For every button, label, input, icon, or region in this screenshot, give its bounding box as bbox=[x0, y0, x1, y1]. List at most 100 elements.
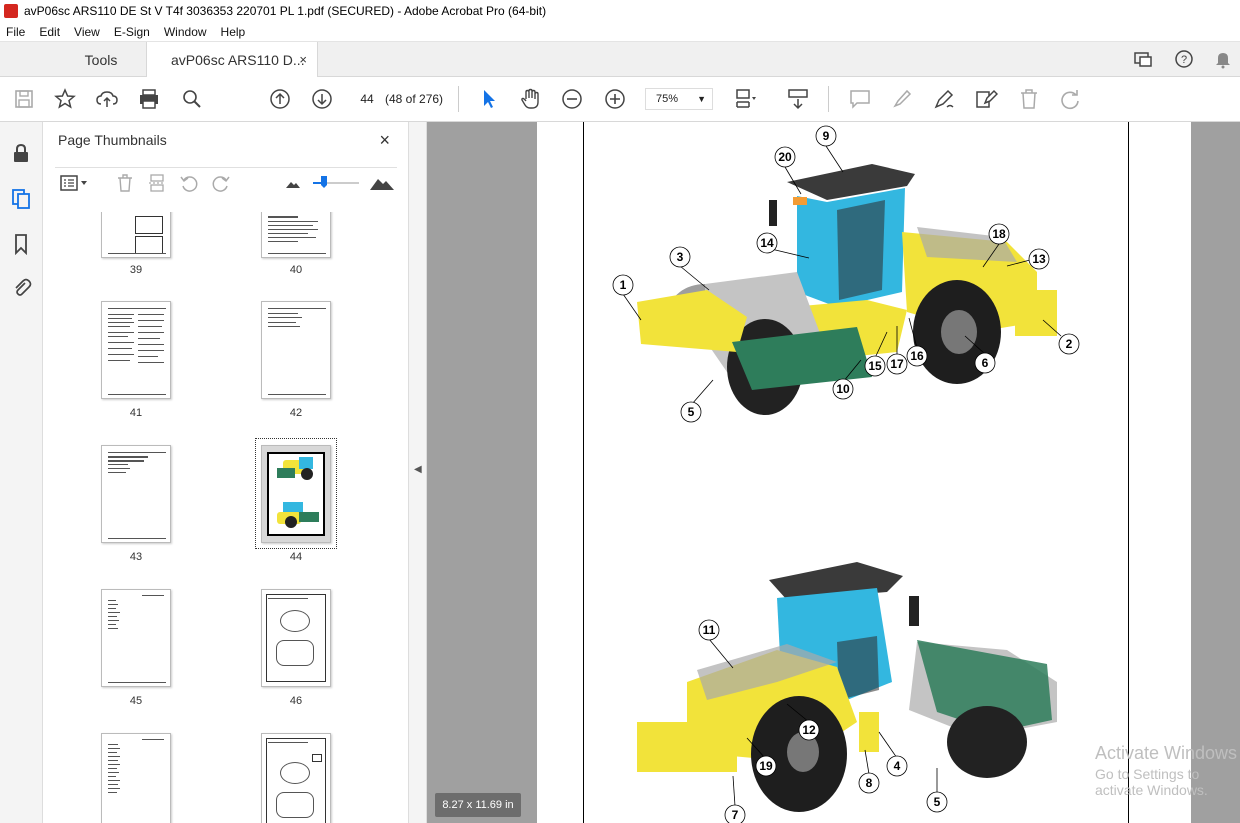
document-viewport[interactable]: 9 20 18 14 13 3 1 2 16 17 15 6 10 5 11 1… bbox=[427, 122, 1240, 823]
tab-bar: Tools avP06sc ARS110 D... × ? bbox=[0, 42, 1240, 78]
page-count: (48 of 276) bbox=[385, 92, 444, 106]
zoom-select[interactable]: 75% ▼ bbox=[645, 88, 713, 110]
callout-label: 13 bbox=[1032, 252, 1046, 266]
next-page-icon[interactable] bbox=[310, 87, 334, 111]
bell-icon[interactable] bbox=[1213, 49, 1233, 69]
callout-label: 20 bbox=[778, 150, 792, 164]
menu-esign[interactable]: E-Sign bbox=[114, 25, 150, 39]
thumbnail-page-39[interactable] bbox=[101, 212, 171, 258]
large-thumbnail-icon[interactable] bbox=[369, 173, 395, 193]
beacon-light bbox=[793, 197, 807, 205]
bookmark-star-icon[interactable] bbox=[53, 87, 77, 111]
page-thumbnails-panel: Page Thumbnails × 39 40 41 42 43 44 45 4… bbox=[43, 122, 442, 823]
rotate-left-icon[interactable] bbox=[179, 173, 199, 193]
menu-window[interactable]: Window bbox=[164, 25, 207, 39]
thumbnail-page-40[interactable] bbox=[261, 212, 331, 258]
panel-collapse-handle[interactable]: ◀ bbox=[409, 122, 427, 823]
menu-bar: File Edit View E-Sign Window Help bbox=[0, 22, 1240, 42]
tab-document-label: avP06sc ARS110 D... bbox=[171, 52, 305, 68]
thumbnail-label: 44 bbox=[289, 551, 303, 563]
callout-label: 7 bbox=[732, 808, 739, 822]
fit-page-icon[interactable] bbox=[733, 87, 757, 111]
attachment-paperclip-icon[interactable] bbox=[10, 276, 32, 298]
callout-label: 4 bbox=[894, 759, 901, 773]
callout-label: 5 bbox=[688, 405, 695, 419]
collapse-arrow-icon[interactable]: ◀ bbox=[414, 464, 422, 475]
previous-page-icon[interactable] bbox=[268, 87, 292, 111]
hand-tool-icon[interactable] bbox=[518, 87, 542, 111]
thumbnail-label: 46 bbox=[289, 695, 303, 707]
tab-document[interactable]: avP06sc ARS110 D... × bbox=[146, 42, 318, 78]
delete-page-icon[interactable] bbox=[115, 173, 135, 193]
callout-label: 11 bbox=[703, 623, 716, 637]
thumbnails-toolbar bbox=[55, 167, 397, 197]
menu-file[interactable]: File bbox=[6, 25, 25, 39]
bookmark-icon[interactable] bbox=[10, 233, 32, 255]
comment-icon[interactable] bbox=[848, 87, 872, 111]
thumbnail-page-43[interactable] bbox=[101, 445, 171, 543]
page-size-badge: 8.27 x 11.69 in bbox=[435, 793, 521, 817]
callout-label: 12 bbox=[802, 723, 816, 737]
thumbnail-label: 43 bbox=[129, 551, 143, 563]
callout-label: 17 bbox=[890, 357, 904, 371]
side-mirror bbox=[769, 200, 777, 226]
print-icon[interactable] bbox=[137, 87, 161, 111]
rotate-right-icon[interactable] bbox=[211, 173, 231, 193]
sign-pen-icon[interactable] bbox=[932, 87, 956, 111]
edit-pdf-icon[interactable] bbox=[974, 87, 999, 111]
upload-cloud-icon[interactable] bbox=[95, 87, 119, 111]
thumbnail-label: 40 bbox=[289, 264, 303, 276]
callout-label: 3 bbox=[677, 250, 684, 264]
save-icon[interactable] bbox=[12, 87, 36, 111]
delete-icon[interactable] bbox=[1017, 87, 1041, 111]
callout-label: 14 bbox=[760, 236, 774, 250]
chevron-down-icon: ▼ bbox=[697, 94, 706, 104]
thumbnail-page-44[interactable] bbox=[261, 445, 331, 543]
thumbnail-page-45[interactable] bbox=[101, 589, 171, 687]
watermark-line1: Activate Windows bbox=[1095, 743, 1238, 763]
page-number-input[interactable]: 44 bbox=[354, 89, 380, 109]
menu-view[interactable]: View bbox=[74, 25, 100, 39]
menu-edit[interactable]: Edit bbox=[39, 25, 60, 39]
page-thumbnails-icon[interactable] bbox=[10, 188, 32, 210]
callout-label: 5 bbox=[934, 795, 941, 809]
thumbnail-page-46[interactable] bbox=[261, 589, 331, 687]
thumbnail-page-42[interactable] bbox=[261, 301, 331, 399]
find-icon[interactable] bbox=[180, 87, 204, 111]
windows-activation-watermark: Activate Windows Go to Settings to activ… bbox=[1095, 743, 1240, 798]
pdf-page: 9 20 18 14 13 3 1 2 16 17 15 6 10 5 11 1… bbox=[537, 122, 1191, 823]
main-toolbar: 44 (48 of 276) 75% ▼ bbox=[0, 77, 1240, 122]
pdf-app-icon bbox=[4, 4, 18, 18]
options-menu-icon[interactable] bbox=[59, 173, 89, 193]
lock-icon[interactable] bbox=[10, 142, 32, 164]
callout-label: 10 bbox=[836, 382, 850, 396]
menu-help[interactable]: Help bbox=[221, 25, 246, 39]
small-thumbnail-icon[interactable] bbox=[283, 173, 303, 193]
chassis-rear bbox=[859, 712, 879, 752]
thumbnail-size-slider[interactable] bbox=[311, 173, 363, 193]
panel-close-icon[interactable]: × bbox=[379, 130, 390, 151]
help-icon[interactable]: ? bbox=[1174, 49, 1194, 69]
thumbnail-list[interactable]: 39 40 41 42 43 44 45 46 bbox=[55, 212, 385, 823]
scroll-mode-icon[interactable] bbox=[786, 87, 810, 111]
zoom-in-icon[interactable] bbox=[603, 87, 627, 111]
zoom-value: 75% bbox=[656, 93, 679, 105]
thumbnail-page-41[interactable] bbox=[101, 301, 171, 399]
toolbar-divider bbox=[828, 86, 829, 112]
zoom-out-icon[interactable] bbox=[560, 87, 584, 111]
thumbnail-page-47[interactable] bbox=[101, 733, 171, 823]
callout-label: 1 bbox=[620, 278, 627, 292]
callout-label: 6 bbox=[982, 356, 989, 370]
select-cursor-icon[interactable] bbox=[477, 87, 501, 111]
watermark-line2: Go to Settings to activate Windows. bbox=[1095, 766, 1208, 798]
drum-wheel-rear bbox=[947, 706, 1027, 778]
share-screen-icon[interactable] bbox=[1133, 49, 1153, 69]
thumbnail-page-48[interactable] bbox=[261, 733, 331, 823]
extract-page-icon[interactable] bbox=[147, 173, 167, 193]
redo-icon[interactable] bbox=[1058, 87, 1082, 111]
callout-label: 2 bbox=[1066, 337, 1073, 351]
rear-bumper bbox=[1015, 290, 1057, 336]
highlight-pen-icon[interactable] bbox=[890, 87, 914, 111]
tab-tools[interactable]: Tools bbox=[60, 42, 142, 77]
tab-close-icon[interactable]: × bbox=[299, 52, 307, 67]
